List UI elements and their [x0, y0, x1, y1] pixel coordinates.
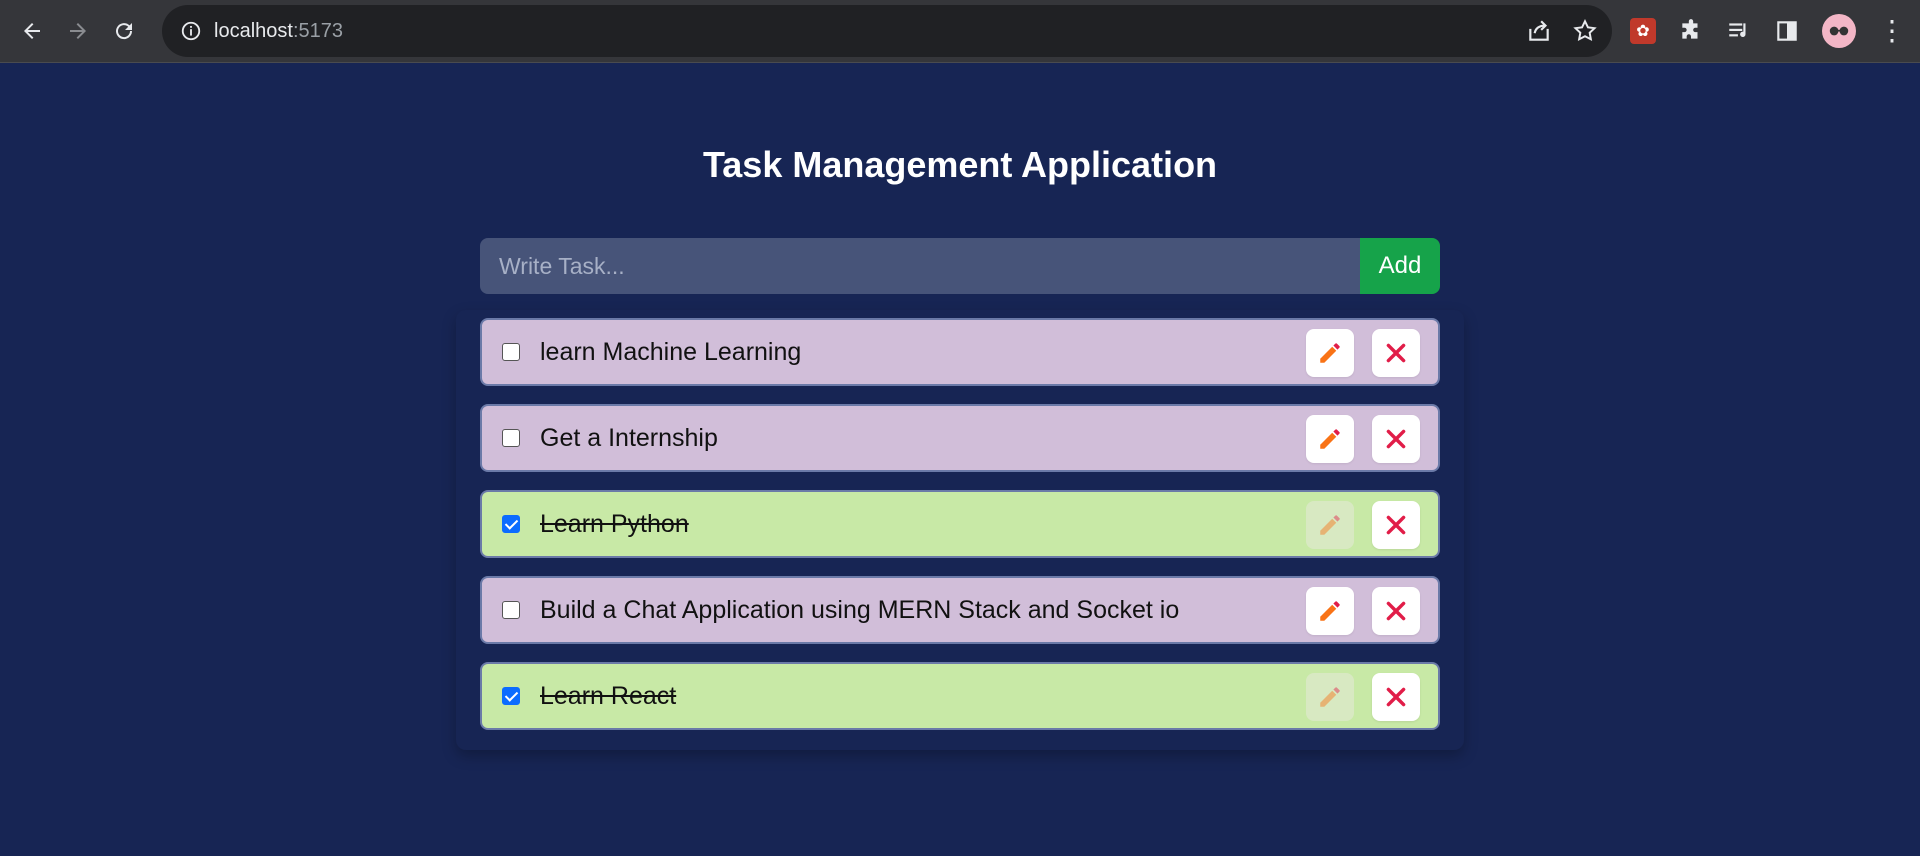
forward-button[interactable]	[58, 11, 98, 51]
share-icon[interactable]	[1526, 18, 1552, 44]
task-input[interactable]	[480, 238, 1360, 294]
task-item: Build a Chat Application using MERN Stac…	[480, 576, 1440, 644]
arrow-right-icon	[70, 23, 86, 39]
add-task-form: Add	[480, 238, 1440, 294]
task-checkbox[interactable]	[502, 601, 520, 619]
pencil-icon	[1320, 429, 1340, 449]
close-icon	[1386, 343, 1406, 363]
task-item: learn Machine Learning	[480, 318, 1440, 386]
task-item: Learn React	[480, 662, 1440, 730]
pencil-icon	[1320, 601, 1340, 621]
task-actions	[1306, 329, 1420, 377]
address-bar[interactable]: localhost:5173	[162, 5, 1612, 57]
profile-glasses-icon	[1829, 26, 1849, 36]
delete-button[interactable]	[1372, 673, 1420, 721]
task-item: Get a Internship	[480, 404, 1440, 472]
task-item: Learn Python	[480, 490, 1440, 558]
task-text: Learn Python	[540, 509, 689, 538]
task-text: learn Machine Learning	[540, 337, 802, 366]
avatar[interactable]	[1822, 14, 1856, 48]
add-button[interactable]: Add	[1360, 238, 1440, 294]
delete-button[interactable]	[1372, 501, 1420, 549]
extensions-area: ✿ ⋮	[1630, 0, 1906, 62]
edit-button[interactable]	[1306, 501, 1354, 549]
edit-button[interactable]	[1306, 673, 1354, 721]
url-port: :5173	[292, 19, 343, 42]
url-host: localhost	[214, 19, 293, 42]
edit-button[interactable]	[1306, 329, 1354, 377]
close-icon	[1386, 515, 1406, 535]
extension-icon[interactable]: ✿	[1630, 18, 1656, 44]
task-text: Learn React	[540, 681, 677, 710]
task-checkbox[interactable]	[502, 429, 520, 447]
task-list: learn Machine Learning Get a Internship …	[480, 318, 1440, 748]
reload-icon	[116, 23, 133, 40]
task-checkbox[interactable]	[502, 515, 520, 533]
omnibox-actions	[1526, 5, 1598, 57]
task-actions	[1306, 673, 1420, 721]
task-text: Get a Internship	[540, 423, 718, 452]
info-icon[interactable]	[180, 20, 202, 42]
edit-button[interactable]	[1306, 587, 1354, 635]
task-text: Build a Chat Application using MERN Stac…	[540, 595, 1180, 624]
media-icon[interactable]	[1726, 18, 1752, 44]
task-checkbox[interactable]	[502, 343, 520, 361]
back-button[interactable]	[12, 11, 52, 51]
pencil-icon	[1320, 515, 1340, 535]
browser-toolbar: localhost:5173 ✿ ⋮	[0, 0, 1920, 63]
delete-button[interactable]	[1372, 587, 1420, 635]
close-icon	[1386, 601, 1406, 621]
page-title: Task Management Application	[702, 144, 1218, 185]
task-actions	[1306, 415, 1420, 463]
arrow-left-icon	[24, 23, 40, 39]
task-actions	[1306, 587, 1420, 635]
task-actions	[1306, 501, 1420, 549]
close-icon	[1386, 429, 1406, 449]
pencil-icon	[1320, 687, 1340, 707]
delete-button[interactable]	[1372, 329, 1420, 377]
pencil-icon	[1320, 343, 1340, 363]
reload-button[interactable]	[104, 11, 144, 51]
close-icon	[1386, 687, 1406, 707]
delete-button[interactable]	[1372, 415, 1420, 463]
edit-button[interactable]	[1306, 415, 1354, 463]
star-icon[interactable]	[1572, 18, 1598, 44]
side-panel-icon[interactable]	[1774, 18, 1800, 44]
task-checkbox[interactable]	[502, 687, 520, 705]
puzzle-icon[interactable]	[1678, 18, 1704, 44]
menu-icon[interactable]: ⋮	[1878, 17, 1906, 45]
url-text[interactable]: localhost:5173	[214, 20, 343, 43]
